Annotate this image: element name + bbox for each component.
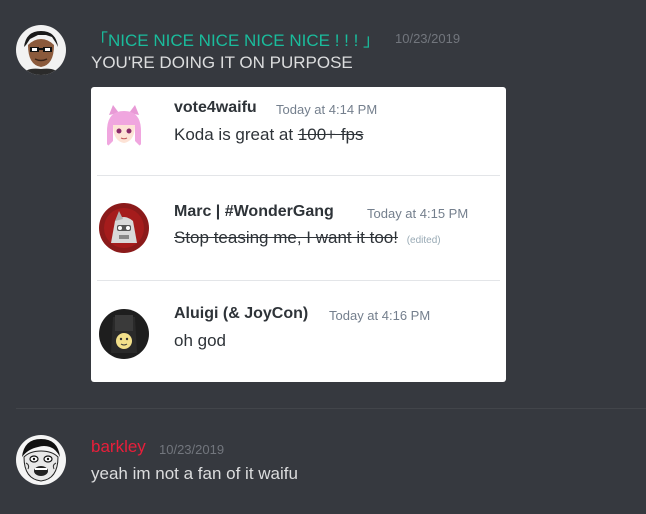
quoted-message-2: Marc | #WonderGang Today at 4:15 PM Stop… — [91, 176, 506, 280]
quoted-text-struck: 100+ fps — [297, 125, 364, 144]
anime-avatar-icon[interactable] — [99, 101, 149, 151]
quoted-timestamp: Today at 4:14 PM — [276, 102, 378, 117]
edited-label: (edited) — [406, 235, 441, 246]
quoted-text: Koda is great at 100+ fps — [174, 125, 364, 145]
meme-face-avatar-icon[interactable] — [16, 435, 66, 485]
quoted-username[interactable]: Marc | #WonderGang — [174, 203, 334, 221]
message-group-divider — [16, 408, 646, 409]
quoted-username[interactable]: vote4waifu — [174, 99, 257, 117]
robot-avatar-icon[interactable] — [99, 203, 149, 253]
message-username[interactable]: 「NICE NICE NICE NICE NICE ! ! ! 」 — [91, 26, 380, 51]
message-timestamp: 10/23/2019 — [159, 442, 225, 457]
message-username[interactable]: barkley — [91, 437, 146, 457]
quoted-text: Stop teasing me, I want it too! (edited) — [174, 228, 441, 248]
quoted-timestamp: Today at 4:16 PM — [329, 308, 431, 323]
message-timestamp: 10/23/2019 — [395, 31, 461, 46]
joycon-avatar-icon[interactable] — [99, 309, 149, 359]
message-text: yeah im not a fan of it waifu — [91, 464, 298, 483]
quoted-timestamp: Today at 4:15 PM — [367, 206, 469, 221]
quoted-text: oh god — [174, 331, 226, 350]
quoted-text-struck: Stop teasing me, I want it too! — [174, 228, 398, 247]
quoted-text-plain: Koda is great at — [174, 125, 294, 144]
quoted-message-3: Aluigi (& JoyCon) Today at 4:16 PM oh go… — [91, 281, 506, 382]
quoted-message-1: vote4waifu Today at 4:14 PM Koda is grea… — [91, 87, 506, 175]
cartoon-avatar-icon[interactable] — [16, 25, 66, 75]
quoted-messages-embed: vote4waifu Today at 4:14 PM Koda is grea… — [91, 87, 506, 382]
quoted-username[interactable]: Aluigi (& JoyCon) — [174, 305, 308, 323]
message-text: YOU'RE DOING IT ON PURPOSE — [91, 53, 353, 72]
